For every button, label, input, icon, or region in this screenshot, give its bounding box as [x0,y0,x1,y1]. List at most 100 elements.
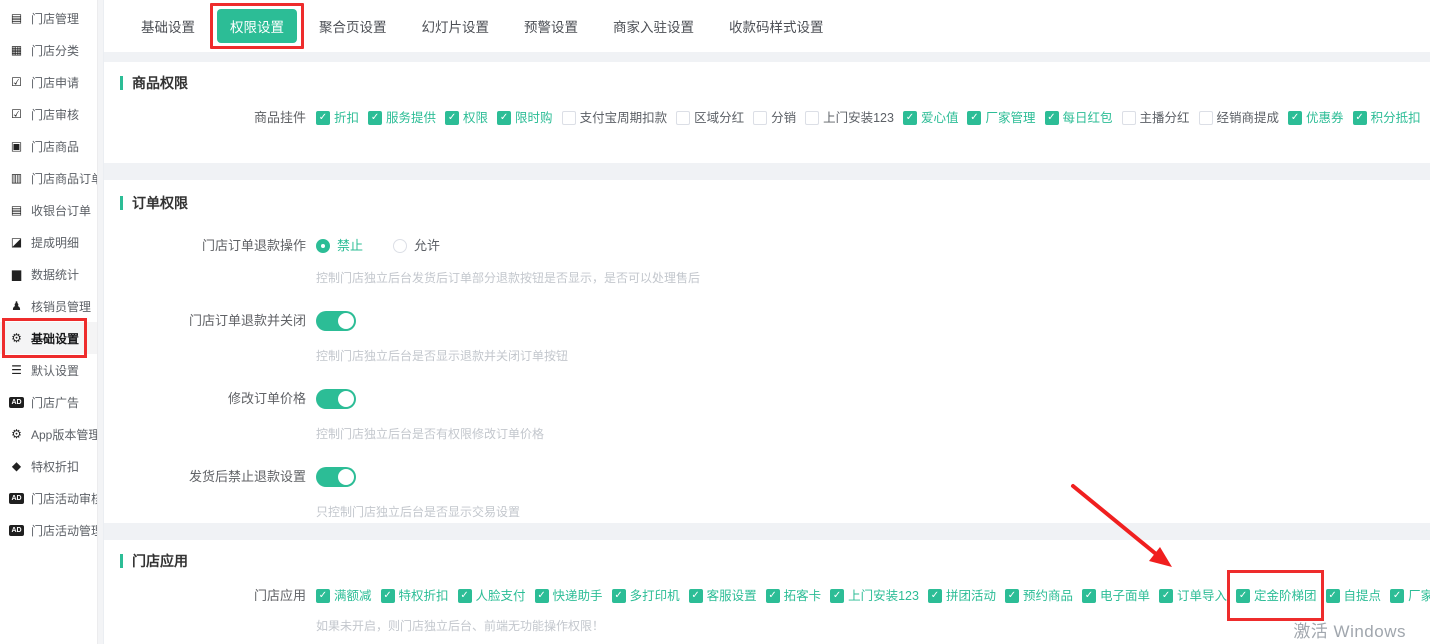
radio-option-label: 允许 [414,236,440,256]
perm-checkbox[interactable]: ✓积分抵扣 [1353,108,1421,128]
perm-checkbox[interactable]: 支付宝周期扣款 [562,108,668,128]
perm-checkbox[interactable]: 主播分红 [1122,108,1190,128]
form-label: 发货后禁止退款设置 [120,467,306,487]
section-header: 商品权限 [120,72,1414,94]
perm-checkbox[interactable]: ✓满额减 [316,586,372,606]
perm-checkbox[interactable]: ✓特权折扣 [381,586,449,606]
perm-checkbox[interactable]: ✓多打印机 [612,586,680,606]
store-goods-icon: ▣ [9,139,24,154]
radio-option[interactable]: 允许 [393,236,440,256]
sidebar-item[interactable]: AD门店活动审核 [0,482,103,514]
checked-checkbox-icon: ✓ [368,111,382,125]
form-line: 发货后禁止退款设置 [120,467,1414,492]
product-permission-checkbox-row: ✓折扣✓服务提供✓权限✓限时购支付宝周期扣款区域分红分销上门安装123✓爱心值✓… [316,108,1421,128]
perm-checkbox[interactable]: ✓上门安装123 [830,586,919,606]
sidebar-item[interactable]: ▥门店商品订单 [0,162,103,194]
perm-checkbox[interactable]: ✓权限 [445,108,488,128]
tab-item[interactable]: 聚合页设置 [306,9,400,43]
perm-checkbox[interactable]: ✓厂家管理 [967,108,1035,128]
perm-checkbox[interactable]: 上门安装123 [805,108,894,128]
windows-activation-watermark: 激活 Windows [1293,617,1406,642]
sidebar-item[interactable]: AD门店活动管理 [0,514,103,546]
checkbox-label: 积分抵扣 [1371,108,1421,128]
checkbox-label: 分销 [771,108,796,128]
sidebar-item[interactable]: ☑门店审核 [0,98,103,130]
store-review-icon: ☑ [9,107,24,122]
perm-checkbox[interactable]: ✓订单导入 [1159,586,1227,606]
checkbox-label: 服务提供 [386,108,436,128]
product-row-label: 商品挂件 [120,108,306,128]
form-help-text: 控制门店独立后台是否显示退款并关闭订单按钮 [316,349,1414,363]
perm-checkbox[interactable]: 经销商提成 [1199,108,1280,128]
perm-checkbox[interactable]: ✓限时购 [497,108,553,128]
perm-checkbox[interactable]: ✓快递助手 [535,586,603,606]
sidebar-item[interactable]: ▣门店商品 [0,130,103,162]
perm-checkbox[interactable]: ✓客服设置 [689,586,757,606]
tab-item[interactable]: 幻灯片设置 [409,9,503,43]
perm-checkbox[interactable]: ✓折扣 [316,108,359,128]
perm-checkbox[interactable]: ✓定金阶梯团 [1236,586,1317,606]
sidebar-item[interactable]: AD门店广告 [0,386,103,418]
perm-checkbox[interactable]: ✓自提点 [1326,586,1382,606]
perm-checkbox[interactable]: ✓拼团活动 [928,586,996,606]
tab-item[interactable]: 预警设置 [511,9,591,43]
radio-option[interactable]: 禁止 [316,236,363,256]
form-help-text: 只控制门店独立后台是否显示交易设置 [316,505,1414,519]
perm-checkbox[interactable]: ✓预约商品 [1005,586,1073,606]
sidebar-item[interactable]: ▦门店分类 [0,34,103,66]
checkbox-label: 折扣 [334,108,359,128]
unchecked-checkbox-icon [753,111,767,125]
tab-active[interactable]: 权限设置 [217,9,297,43]
checkbox-label: 厂家管理 [985,108,1035,128]
section-header: 门店应用 [120,550,1414,572]
perm-checkbox[interactable]: ✓优惠券 [1288,108,1344,128]
sidebar-item-label: 门店活动审核 [31,490,103,507]
sidebar-item[interactable]: ⚙App版本管理 [0,418,103,450]
toggle-knob [338,313,354,329]
perm-checkbox[interactable]: ✓每日红包 [1045,108,1113,128]
checkbox-label: 支付宝周期扣款 [580,108,668,128]
perm-checkbox[interactable]: ✓人脸支付 [458,586,526,606]
perm-checkbox[interactable]: ✓爱心值 [903,108,959,128]
checkbox-label: 限时购 [515,108,553,128]
sidebar-item-label: 核销员管理 [31,298,91,315]
sidebar-item[interactable]: ▆数据统计 [0,258,103,290]
toggle-switch[interactable] [316,389,356,409]
sidebar-item[interactable]: ☑门店申请 [0,66,103,98]
store-category-icon: ▦ [9,43,24,58]
sidebar-item[interactable]: ▤门店管理 [0,2,103,34]
tab-item[interactable]: 商家入驻设置 [600,9,707,43]
form-line: 门店订单退款操作禁止 允许 [120,236,1414,258]
unchecked-checkbox-icon [1199,111,1213,125]
store-manage-icon: ▤ [9,11,24,26]
form-item: 门店订单退款并关闭控制门店独立后台是否显示退款并关闭订单按钮 [120,311,1414,363]
perm-checkbox[interactable]: 分销 [753,108,796,128]
checkbox-label: 拼团活动 [946,586,996,606]
form-label: 修改订单价格 [120,389,306,409]
perm-checkbox[interactable]: ✓厂家管理 [1390,586,1430,606]
default-settings-icon: ☰ [9,363,24,378]
form-label: 门店订单退款并关闭 [120,311,306,331]
toggle-switch[interactable] [316,311,356,331]
tab-item[interactable]: 收款码样式设置 [716,9,837,43]
verifier-manage-icon: ♟ [9,299,24,314]
toggle-knob [338,391,354,407]
form-line: 修改订单价格 [120,389,1414,414]
form-label: 门店订单退款操作 [120,236,306,256]
toggle-switch[interactable] [316,467,356,487]
perm-checkbox[interactable]: ✓电子面单 [1082,586,1150,606]
sidebar-scrollbar[interactable] [97,0,103,644]
sidebar-item[interactable]: ⚙基础设置 [0,322,103,354]
tab-item[interactable]: 基础设置 [128,9,208,43]
perm-checkbox[interactable]: 区域分红 [676,108,744,128]
checked-checkbox-icon: ✓ [1045,111,1059,125]
checkbox-label: 定金阶梯团 [1254,586,1317,606]
sidebar-item[interactable]: ◪提成明细 [0,226,103,258]
sidebar-item[interactable]: ☰默认设置 [0,354,103,386]
perm-checkbox[interactable]: ✓拓客卡 [766,586,822,606]
sidebar-item[interactable]: ♟ 核销员管理 [0,290,103,322]
sidebar-item[interactable]: ▤收银台订单 [0,194,103,226]
perm-checkbox[interactable]: ✓ 服务提供 [368,108,436,128]
form-control [316,389,356,414]
sidebar-item[interactable]: ◆特权折扣 [0,450,103,482]
